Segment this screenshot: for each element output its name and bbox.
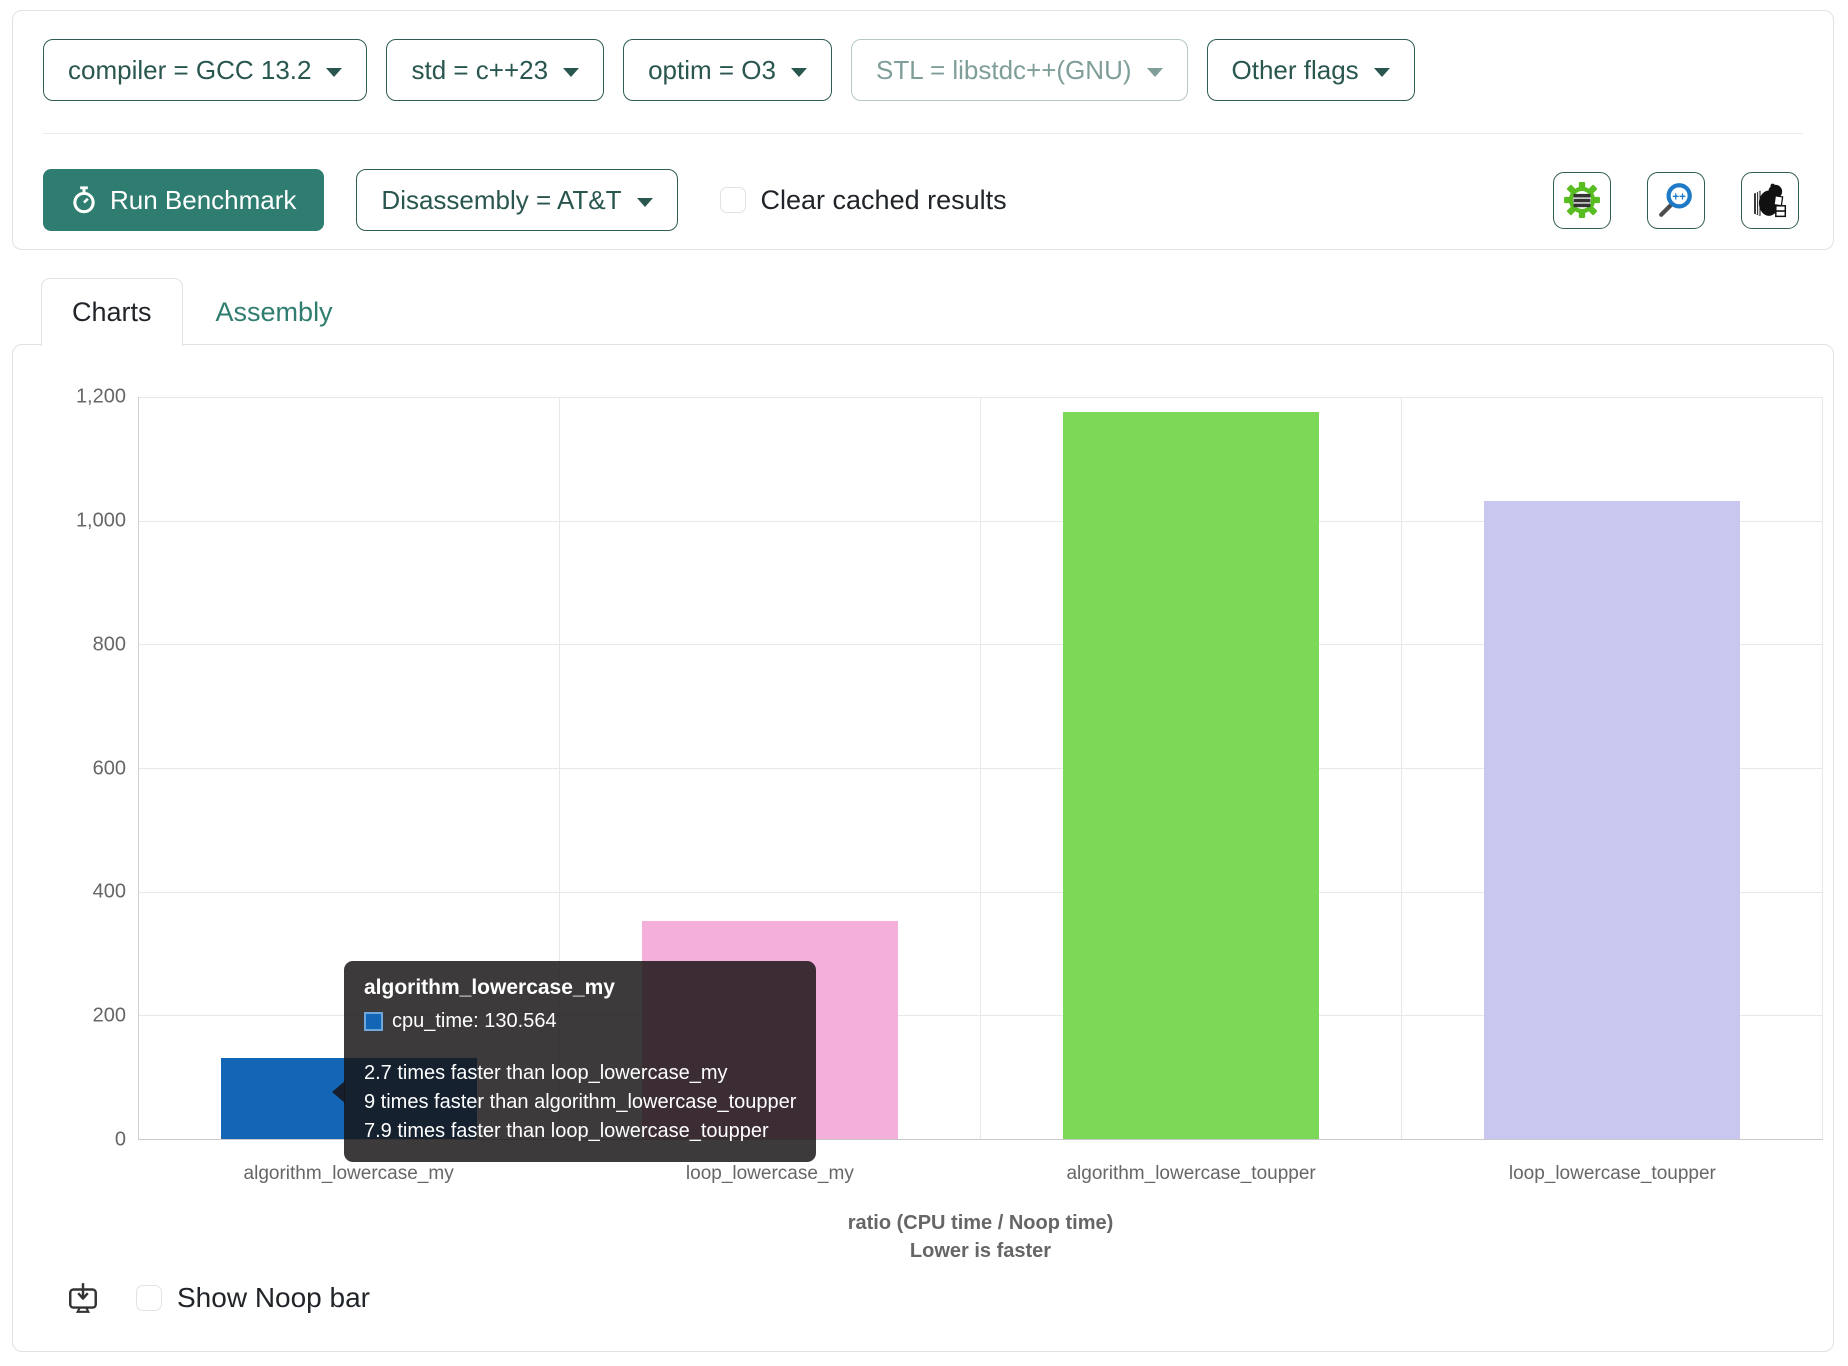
show-noop-label[interactable]: Show Noop bar — [177, 1282, 370, 1314]
y-tick: 0 — [115, 1129, 126, 1152]
magnifier-plus-plus-icon: ++ — [1657, 181, 1695, 219]
tooltip-metric-value: cpu_time: 130.564 — [392, 1010, 557, 1033]
axis-title-line1: ratio (CPU time / Noop time) — [138, 1209, 1823, 1237]
clear-cache-checkbox[interactable] — [720, 187, 746, 213]
y-axis-labels: 1,200 1,000 800 600 400 200 0 — [13, 397, 126, 1140]
y-tick: 1,200 — [76, 386, 126, 409]
tab-charts[interactable]: Charts — [41, 278, 183, 346]
x-axis-labels: algorithm_lowercase_my loop_lowercase_my… — [138, 1163, 1823, 1185]
stl-dropdown: STL = libstdc++(GNU) — [851, 39, 1188, 101]
stopwatch-icon — [71, 186, 97, 214]
cpp-insights-button[interactable]: ++ — [1647, 172, 1705, 229]
tooltip-comparison-line: 7.9 times faster than loop_lowercase_tou… — [364, 1117, 796, 1146]
y-tick: 400 — [93, 881, 126, 904]
tooltip-comparison-line: 9 times faster than algorithm_lowercase_… — [364, 1088, 796, 1117]
compiler-dropdown-label: compiler = GCC 13.2 — [68, 55, 311, 86]
buildbench-beaver-icon — [1751, 181, 1789, 219]
stl-dropdown-label: STL = libstdc++(GNU) — [876, 55, 1132, 86]
caret-down-icon — [791, 68, 807, 77]
run-benchmark-label: Run Benchmark — [110, 185, 296, 216]
series-color-swatch — [364, 1012, 383, 1031]
x-tick: loop_lowercase_my — [559, 1163, 980, 1185]
axis-title: ratio (CPU time / Noop time) Lower is fa… — [138, 1209, 1823, 1265]
x-tick: algorithm_lowercase_my — [138, 1163, 559, 1185]
toolbar-divider — [43, 133, 1803, 134]
category-band — [981, 397, 1402, 1139]
caret-down-icon — [1374, 68, 1390, 77]
x-tick: algorithm_lowercase_toupper — [981, 1163, 1402, 1185]
caret-down-icon — [637, 198, 653, 207]
download-chart-button[interactable] — [66, 1281, 100, 1315]
tab-assembly[interactable]: Assembly — [183, 278, 366, 346]
std-dropdown[interactable]: std = c++23 — [386, 39, 604, 101]
config-toolbar: compiler = GCC 13.2 std = c++23 optim = … — [12, 10, 1834, 250]
x-tick: loop_lowercase_toupper — [1402, 1163, 1823, 1185]
caret-down-icon — [1147, 68, 1163, 77]
category-band — [1402, 397, 1823, 1139]
y-tick: 200 — [93, 1005, 126, 1028]
y-tick: 800 — [93, 633, 126, 656]
tooltip-caret — [332, 1081, 345, 1103]
chart-footer: Show Noop bar — [66, 1281, 370, 1315]
chart-panel: 1,200 1,000 800 600 400 200 0 algorithm_… — [12, 344, 1834, 1352]
tooltip-title: algorithm_lowercase_my — [364, 976, 796, 1000]
bar-loop_lowercase_toupper[interactable] — [1484, 501, 1740, 1139]
tooltip-metric-row: cpu_time: 130.564 — [364, 1010, 796, 1033]
run-benchmark-button[interactable]: Run Benchmark — [43, 169, 324, 231]
chart-tooltip: algorithm_lowercase_my cpu_time: 130.564… — [344, 961, 816, 1162]
build-bench-button[interactable] — [1741, 172, 1799, 229]
axis-title-line2: Lower is faster — [138, 1237, 1823, 1265]
external-tools: ++ — [1553, 172, 1799, 229]
optim-dropdown[interactable]: optim = O3 — [623, 39, 832, 101]
show-noop-checkbox[interactable] — [136, 1285, 162, 1311]
other-flags-dropdown[interactable]: Other flags — [1207, 39, 1415, 101]
caret-down-icon — [326, 68, 342, 77]
tooltip-comparison-line: 2.7 times faster than loop_lowercase_my — [364, 1059, 796, 1088]
optim-dropdown-label: optim = O3 — [648, 55, 776, 86]
download-chart-icon — [66, 1281, 100, 1315]
tab-bar: Charts Assembly — [41, 278, 366, 346]
other-flags-label: Other flags — [1232, 55, 1359, 86]
bar-algorithm_lowercase_toupper[interactable] — [1063, 412, 1319, 1139]
y-tick: 600 — [93, 757, 126, 780]
tooltip-comparisons: 2.7 times faster than loop_lowercase_my … — [364, 1059, 796, 1146]
action-row: Run Benchmark Disassembly = AT&T Clear c… — [43, 169, 1803, 231]
compiler-explorer-gear-icon — [1563, 181, 1601, 219]
caret-down-icon — [563, 68, 579, 77]
svg-text:++: ++ — [1672, 191, 1686, 204]
y-tick: 1,000 — [76, 509, 126, 532]
disassembly-dropdown[interactable]: Disassembly = AT&T — [356, 169, 677, 231]
config-dropdown-row: compiler = GCC 13.2 std = c++23 optim = … — [43, 39, 1803, 101]
disassembly-dropdown-label: Disassembly = AT&T — [381, 185, 621, 216]
clear-cache-label[interactable]: Clear cached results — [761, 185, 1007, 216]
compiler-dropdown[interactable]: compiler = GCC 13.2 — [43, 39, 367, 101]
compiler-explorer-button[interactable] — [1553, 172, 1611, 229]
std-dropdown-label: std = c++23 — [411, 55, 548, 86]
